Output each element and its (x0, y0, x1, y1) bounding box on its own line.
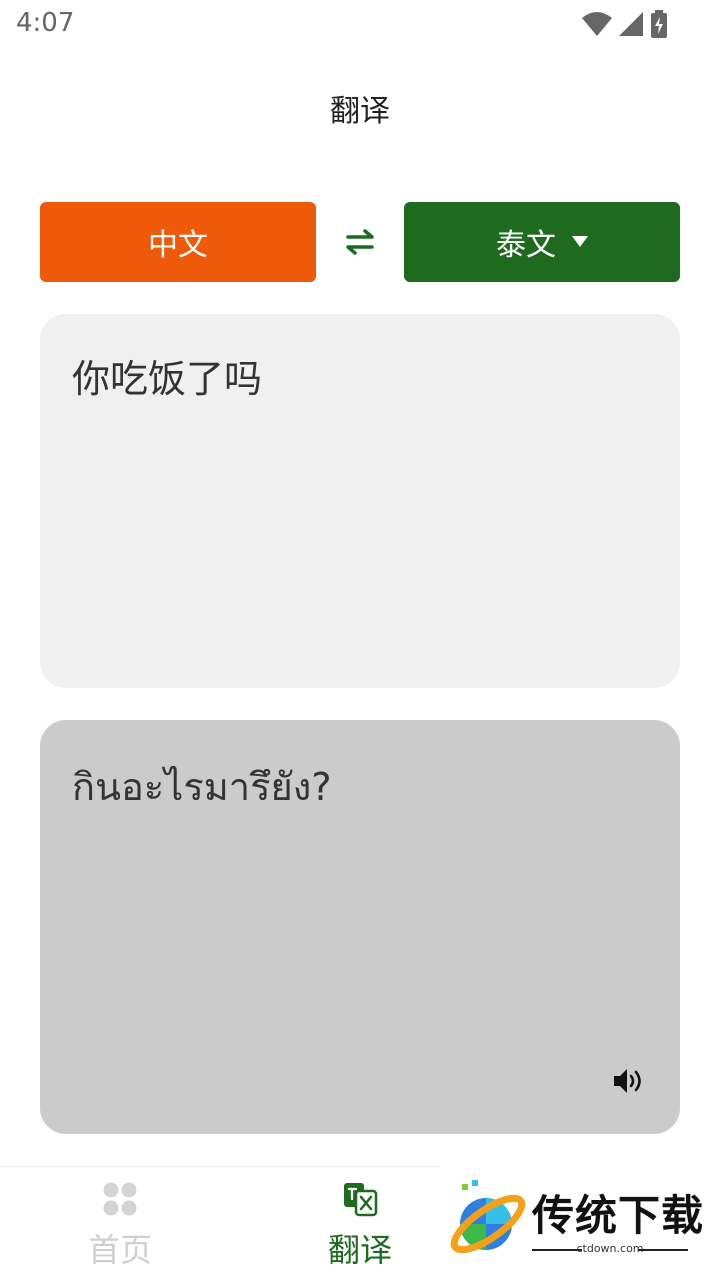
source-language-label: 中文 (148, 228, 208, 263)
watermark-divider-right (638, 1249, 688, 1251)
translation-output: กินอะไรมารึยัง? (40, 720, 680, 1134)
target-language-label: 泰文 (496, 228, 556, 263)
watermark-title: 传统下载 (532, 1191, 705, 1240)
swap-languages-icon[interactable] (336, 222, 384, 262)
watermark: 传统下载 ctdown.com (440, 1166, 720, 1280)
wifi-icon (582, 12, 612, 36)
speaker-icon[interactable] (612, 1066, 646, 1096)
caret-down-icon (572, 236, 588, 247)
status-time: 4:07 (16, 8, 75, 38)
nav-item-home[interactable]: 首页 (0, 1167, 240, 1281)
nav-label-home: 首页 (87, 1231, 152, 1269)
status-icons (582, 10, 668, 38)
watermark-logo-icon (450, 1180, 526, 1254)
target-language-dropdown[interactable]: 泰文 (404, 202, 680, 282)
source-text: 你吃饭了吗 (72, 357, 263, 401)
battery-charging-icon (651, 10, 667, 38)
status-bar: 4:07 (0, 0, 720, 50)
translated-text: กินอะไรมารึยัง? (72, 765, 332, 809)
page-title: 翻译 (330, 94, 390, 129)
source-language-button[interactable]: 中文 (40, 202, 316, 282)
source-text-input[interactable]: 你吃饭了吗 (40, 314, 680, 688)
grid-icon (103, 1182, 137, 1216)
cellular-signal-icon (619, 12, 643, 36)
translate-icon (344, 1183, 378, 1217)
